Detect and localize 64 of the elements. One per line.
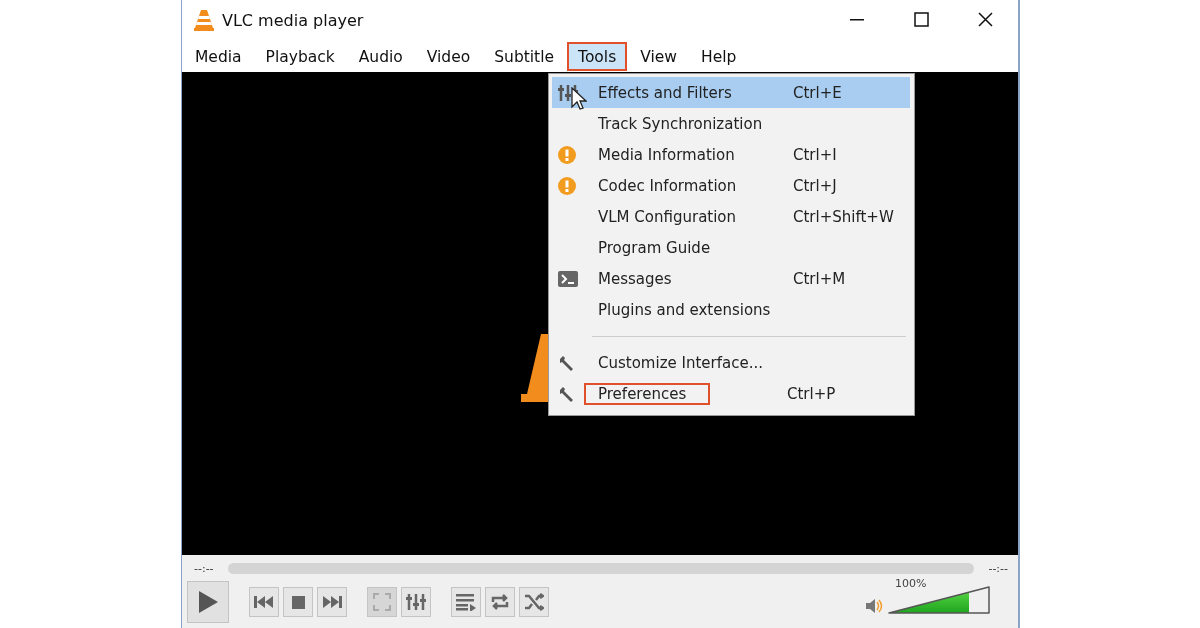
volume-reading: 100% bbox=[895, 577, 927, 590]
play-icon bbox=[198, 591, 218, 613]
shortcut-label: Ctrl+E bbox=[793, 83, 842, 102]
menu-item[interactable]: VLM Configuration Ctrl+Shift+W bbox=[552, 201, 910, 232]
menu-item[interactable]: Messages Ctrl+M bbox=[552, 263, 910, 294]
window-title: VLC media player bbox=[222, 10, 364, 30]
menu-item-label: Effects and Filters bbox=[598, 83, 733, 102]
wrench-icon bbox=[558, 354, 574, 371]
menu-bar-item[interactable]: Playback bbox=[254, 41, 346, 71]
menu-item-label: VLM Configuration bbox=[598, 207, 738, 226]
remaining-time: --:-- bbox=[988, 561, 1008, 575]
shortcut-label: Ctrl+P bbox=[787, 384, 836, 403]
menu-item-label: Media Information bbox=[598, 145, 736, 164]
volume-slider[interactable] bbox=[887, 585, 991, 615]
menu-bar-item[interactable]: Tools bbox=[567, 41, 628, 71]
playlist-icon bbox=[456, 593, 476, 611]
cone-logo-icon bbox=[194, 9, 214, 31]
stop-icon bbox=[291, 595, 305, 609]
shortcut-label: Ctrl+J bbox=[793, 176, 837, 195]
menu-item[interactable]: Effects and Filters Ctrl+E bbox=[552, 77, 910, 108]
menu-item[interactable]: Preferences Ctrl+P bbox=[552, 378, 910, 409]
playlist-button[interactable] bbox=[451, 587, 481, 617]
wrench-icon bbox=[558, 385, 574, 402]
menu-item-label: Program Guide bbox=[598, 238, 712, 257]
menu-bar-item[interactable]: Subtitle bbox=[483, 41, 566, 71]
menu-item[interactable]: Plugins and extensions bbox=[552, 294, 910, 325]
play-button[interactable] bbox=[187, 581, 229, 623]
shortcut-label: Ctrl+I bbox=[793, 145, 837, 164]
fullscreen-icon bbox=[373, 593, 391, 611]
shortcut-label: Ctrl+Shift+W bbox=[793, 207, 894, 226]
menu-item-label: Messages bbox=[598, 269, 673, 288]
terminal-icon bbox=[558, 270, 578, 287]
elapsed-time: --:-- bbox=[194, 561, 214, 575]
shuffle-icon bbox=[524, 593, 544, 611]
menu-item[interactable]: Track Synchronization bbox=[552, 108, 910, 139]
menu-bar-item[interactable]: View bbox=[629, 41, 689, 71]
effects-button[interactable] bbox=[401, 587, 431, 617]
menu-item[interactable]: Program Guide bbox=[552, 232, 910, 263]
menu-item[interactable]: Customize Interface... bbox=[552, 347, 910, 378]
info-icon bbox=[558, 176, 576, 195]
menu-bar-item[interactable]: Help bbox=[690, 41, 748, 71]
shortcut-label: Ctrl+M bbox=[793, 269, 846, 288]
menu-item-label: Preferences bbox=[586, 384, 708, 403]
sliders-icon bbox=[406, 593, 426, 611]
menu-bar-item[interactable]: Media bbox=[184, 41, 253, 71]
menu-item[interactable]: Codec Information Ctrl+J bbox=[552, 170, 910, 201]
cursor-icon bbox=[571, 87, 587, 111]
shuffle-button[interactable] bbox=[519, 587, 549, 617]
menu-bar-item[interactable]: Video bbox=[415, 41, 482, 71]
info-icon bbox=[558, 145, 576, 164]
menu-bar-item[interactable]: Audio bbox=[347, 41, 414, 71]
loop-button[interactable] bbox=[485, 587, 515, 617]
skip-forward-icon bbox=[322, 596, 342, 608]
menu-item[interactable]: Media Information Ctrl+I bbox=[552, 139, 910, 170]
menu-item-label: Plugins and extensions bbox=[598, 300, 772, 319]
repeat-icon bbox=[490, 593, 510, 611]
skip-back-icon bbox=[254, 596, 274, 608]
menu-item-label: Customize Interface... bbox=[598, 353, 764, 372]
next-button[interactable] bbox=[317, 587, 347, 617]
menu-item-label: Codec Information bbox=[598, 176, 738, 195]
menu-item-label: Track Synchronization bbox=[598, 114, 764, 133]
stop-button[interactable] bbox=[283, 587, 313, 617]
speaker-icon[interactable] bbox=[865, 597, 883, 615]
previous-button[interactable] bbox=[249, 587, 279, 617]
